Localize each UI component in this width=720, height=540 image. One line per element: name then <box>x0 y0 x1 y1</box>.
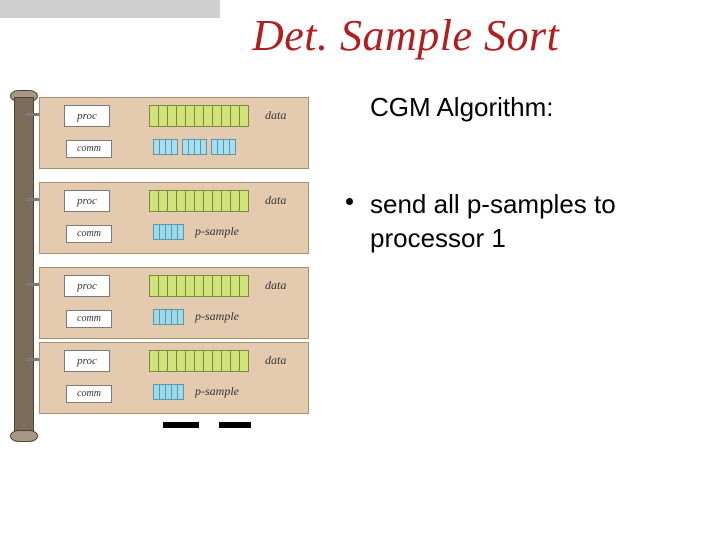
memory-box: proc comm data p-sample <box>39 267 309 339</box>
data-cells <box>149 350 248 372</box>
processor-block-2: proc comm data p-sample <box>39 182 319 254</box>
data-label: data <box>265 278 286 293</box>
under-marker-2 <box>219 422 251 428</box>
memory-box: proc comm data p-sample <box>39 182 309 254</box>
bullet-text: send all p-samples to processor 1 <box>370 189 616 253</box>
data-cells <box>149 275 248 297</box>
proc-label: proc <box>64 105 110 127</box>
under-marker-1 <box>163 422 199 428</box>
proc-label: proc <box>64 190 110 212</box>
psample-cells <box>153 224 183 240</box>
psample-label: p-sample <box>195 309 239 324</box>
data-label: data <box>265 193 286 208</box>
psample-cells <box>153 384 183 400</box>
psample-cells <box>153 309 183 325</box>
memory-box: proc comm data <box>39 97 309 169</box>
slide-title: Det. Sample Sort <box>252 10 559 61</box>
bus-endcap-bottom <box>10 430 38 442</box>
bus-strip <box>14 97 34 437</box>
processor-block-3: proc comm data p-sample <box>39 267 319 339</box>
psample-label: p-sample <box>195 224 239 239</box>
proc-label: proc <box>64 275 110 297</box>
comm-label: comm <box>66 225 112 243</box>
data-cells <box>149 105 248 127</box>
data-label: data <box>265 108 286 123</box>
header-stripe <box>0 0 220 18</box>
data-label: data <box>265 353 286 368</box>
comm-label: comm <box>66 140 112 158</box>
proc-label: proc <box>64 350 110 372</box>
bullet-item: send all p-samples to processor 1 <box>370 188 720 256</box>
comm-label: comm <box>66 385 112 403</box>
bullet-icon <box>346 198 353 205</box>
slide-subtitle: CGM Algorithm: <box>370 92 554 123</box>
memory-box: proc comm data p-sample <box>39 342 309 414</box>
received-psample-groups <box>153 139 235 155</box>
processor-block-4: proc comm data p-sample <box>39 342 319 414</box>
comm-label: comm <box>66 310 112 328</box>
data-cells <box>149 190 248 212</box>
processor-block-1: proc comm data <box>39 97 319 169</box>
psample-label: p-sample <box>195 384 239 399</box>
